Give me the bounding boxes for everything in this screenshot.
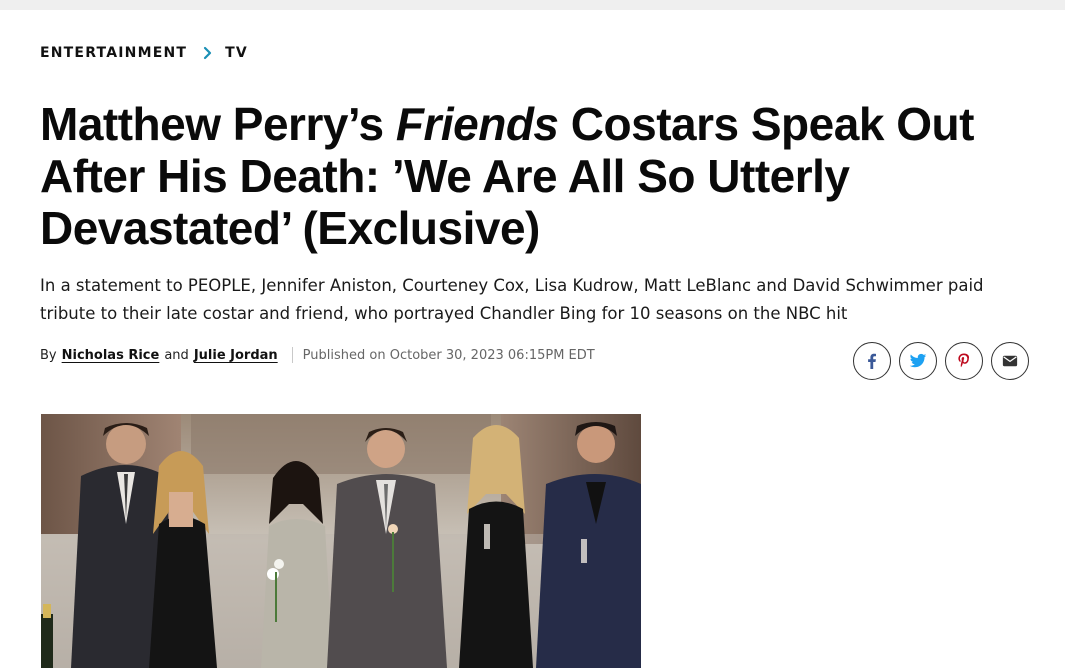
breadcrumb-entertainment[interactable]: ENTERTAINMENT [40,45,187,61]
facebook-icon [868,353,876,369]
twitter-icon [909,353,927,368]
share-facebook-button[interactable] [853,342,891,380]
article-headline: Matthew Perry’s Friends Costars Speak Ou… [40,98,1030,254]
headline-part-1: Matthew Perry’s [40,98,396,150]
share-email-button[interactable] [991,342,1029,380]
share-pinterest-button[interactable] [945,342,983,380]
cast-photo [41,414,641,668]
byline-divider [291,347,293,363]
pinterest-icon [958,353,970,368]
headline-italic-title: Friends [395,98,559,150]
byline-by: By [40,347,57,363]
top-bar [0,0,1065,10]
breadcrumb: ENTERTAINMENT TV [40,45,248,61]
byline: By Nicholas Rice and Julie Jordan Publis… [40,347,595,363]
byline-and: and [164,347,189,363]
hero-image [41,414,641,668]
share-buttons [853,342,1029,380]
breadcrumb-tv[interactable]: TV [225,45,248,61]
published-date: Published on October 30, 2023 06:15PM ED… [302,347,595,363]
author-link-nicholas-rice[interactable]: Nicholas Rice [62,348,160,363]
chevron-right-icon [204,46,212,60]
article-subheading: In a statement to PEOPLE, Jennifer Anist… [40,276,984,323]
share-twitter-button[interactable] [899,342,937,380]
email-icon [1002,355,1018,367]
author-link-julie-jordan[interactable]: Julie Jordan [194,348,278,363]
